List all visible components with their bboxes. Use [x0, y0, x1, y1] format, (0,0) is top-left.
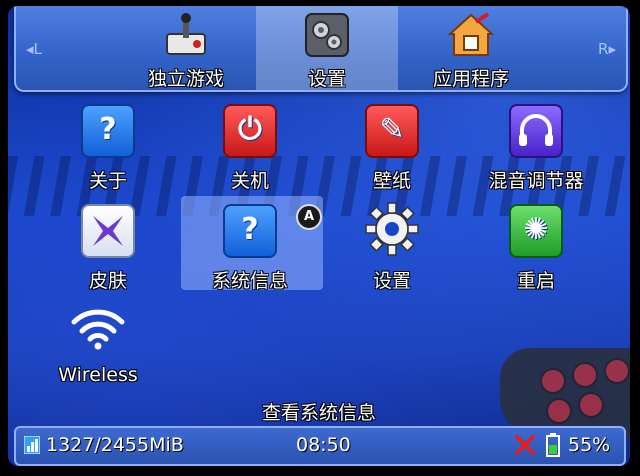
app-settings[interactable]: 设置	[327, 202, 457, 294]
app-wireless[interactable]: Wireless	[33, 302, 163, 392]
clock: 08:50	[296, 434, 351, 456]
status-bar: 1327/2455MiB 08:50 55%	[14, 426, 626, 466]
nav-left-hint[interactable]: ◂L	[26, 40, 42, 58]
app-restart[interactable]: ✺ 重启	[471, 204, 601, 294]
wallpaper-icon: ✎	[365, 104, 419, 158]
no-wifi-icon	[514, 434, 536, 456]
joystick-icon	[163, 12, 209, 58]
tab-label: 独立游戏	[147, 68, 224, 90]
skin-icon	[81, 204, 135, 258]
pad-button-decor	[604, 358, 630, 384]
app-label: 混音调节器	[488, 170, 584, 192]
memory-usage: 1327/2455MiB	[46, 434, 184, 456]
gear-icon	[365, 202, 419, 256]
wifi-icon	[71, 302, 125, 352]
restart-icon: ✺	[509, 204, 563, 258]
tab-applications[interactable]: 应用程序	[406, 6, 536, 90]
settings-gears-icon	[304, 12, 350, 58]
question-icon: ?	[81, 104, 135, 158]
a-button-badge: A	[296, 204, 322, 230]
power-icon: ⏻	[223, 104, 277, 158]
app-wallpaper[interactable]: ✎ 壁纸	[327, 104, 457, 194]
battery-percent: 55%	[568, 434, 611, 456]
headphones-icon	[509, 104, 563, 158]
app-about[interactable]: ? 关于	[43, 104, 173, 194]
app-label: Wireless	[58, 364, 138, 386]
memory-icon	[23, 435, 41, 455]
tab-label: 设置	[307, 68, 346, 90]
battery-icon	[546, 433, 560, 457]
hint-text: 查看系统信息	[261, 402, 376, 424]
pad-button-decor	[572, 362, 598, 388]
app-mixer[interactable]: 混音调节器	[471, 104, 601, 194]
app-label: 重启	[516, 270, 555, 292]
question-icon: ?	[223, 204, 277, 258]
handheld-screen: ◂L R▸ 独立游戏 设置 应用程序 ? 关于 ⏻ 关机 ✎ 壁纸 混音调节器 …	[8, 6, 630, 466]
top-menu-bar: ◂L R▸ 独立游戏 设置 应用程序	[14, 6, 628, 92]
pad-button-decor	[540, 368, 566, 394]
app-shutdown[interactable]: ⏻ 关机	[185, 104, 315, 194]
tab-label: 应用程序	[432, 68, 509, 90]
tab-indie-games[interactable]: 独立游戏	[116, 6, 256, 90]
app-skin[interactable]: 皮肤	[43, 204, 173, 294]
nav-right-hint[interactable]: R▸	[598, 40, 616, 58]
tab-settings[interactable]: 设置	[256, 6, 398, 90]
house-icon	[447, 12, 495, 58]
